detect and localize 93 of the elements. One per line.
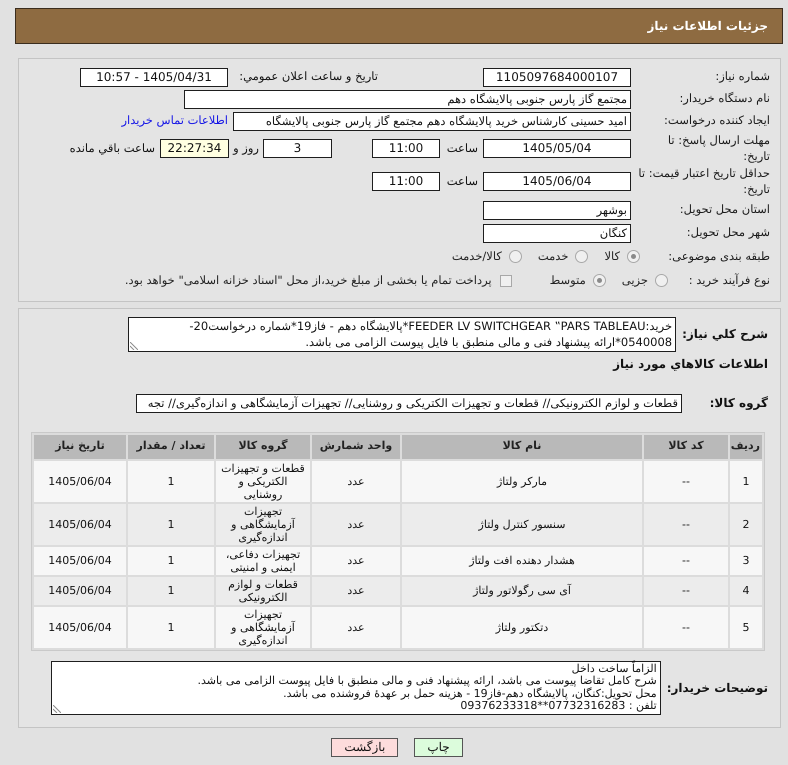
radio-label: جزیی (622, 272, 648, 289)
need-number-field[interactable]: 1105097684000107 (483, 68, 631, 86)
table-cell: 5 (730, 606, 762, 648)
radio-label: خدمت (538, 248, 568, 265)
table-cell: عدد (312, 504, 400, 544)
table-cell: 1 (128, 504, 214, 544)
requester-field[interactable]: امید حسینی کارشناس خرید پالایشگاه دهم مجتمع گاز پارس جنوبی پالایشگاه (233, 112, 631, 130)
table-cell: 1 (730, 460, 762, 502)
print-button[interactable]: چاپ (414, 738, 463, 756)
table-cell: -- (644, 504, 728, 544)
announce-date-field[interactable]: 1405/04/31 - 10:57 (80, 68, 228, 86)
table-cell: تجهیزات دفاعی، ایمنی و امنیتی (216, 546, 310, 574)
table-cell: -- (644, 460, 728, 502)
column-header: کد کالا (644, 434, 728, 458)
field-label: شماره نیاز: (715, 68, 770, 84)
radio-button[interactable] (655, 274, 668, 287)
buyer-organization-field[interactable]: مجتمع گاز پارس جنوبی پالایشگاه دهم (184, 90, 631, 108)
table-cell: عدد (312, 546, 400, 574)
remaining-time-field[interactable]: 22:27:34 (160, 139, 229, 158)
field-label: نام دستگاه خریدار: (679, 90, 770, 106)
table-cell: هشدار دهنده افت ولتاژ (402, 546, 642, 574)
deadline-time-field[interactable]: 11:00 (372, 139, 440, 158)
days-field[interactable]: 3 (263, 139, 332, 158)
validity-date-field[interactable]: 1405/06/04 (483, 172, 631, 192)
table-cell: قطعات و تجهیزات الکتریکی و روشنایی (216, 460, 310, 502)
radio-button[interactable] (592, 274, 606, 287)
back-button[interactable]: بازگشت (331, 738, 398, 756)
field-label: استان محل تحویل: (680, 201, 770, 218)
column-header: ردیف (730, 434, 762, 458)
field-label: نوع فرآیند خرید : (688, 272, 770, 288)
column-header: تاریخ نیاز (34, 434, 126, 458)
field-label: ساعت (446, 140, 479, 157)
radio-label: کالا/خدمت (452, 248, 502, 265)
resize-grip-icon[interactable] (130, 342, 138, 350)
column-header: گروه کالا (216, 434, 310, 458)
column-header: تعداد / مقدار (128, 434, 214, 458)
radio-label: متوسط (550, 272, 586, 289)
checkbox[interactable] (500, 274, 512, 286)
field-label: حداقل تاریخ اعتبار قیمت: تا تاریخ: (637, 165, 770, 198)
resize-grip-icon[interactable] (52, 704, 61, 712)
radio-button[interactable] (575, 250, 588, 263)
table-cell: دتکتور ولتاژ (402, 606, 642, 648)
table-cell: عدد (312, 576, 400, 604)
table-cell: تجهیزات آزمایشگاهی و اندازه‌گیری (216, 504, 310, 544)
table-cell: 1405/06/04 (34, 576, 126, 604)
page-title: جزئیات اطلاعات نیاز (647, 18, 768, 35)
table-cell: عدد (312, 606, 400, 648)
column-header: نام کالا (402, 434, 642, 458)
column-header: واحد شمارش (312, 434, 400, 458)
radio-button[interactable] (508, 250, 522, 263)
field-label: شرح کلي نیاز: (682, 326, 768, 343)
buyer-contact-link[interactable]: اطلاعات تماس خریدار (121, 112, 228, 130)
table-cell: -- (644, 576, 728, 604)
field-label: ساعت (446, 173, 479, 190)
table-cell: 1405/06/04 (34, 504, 126, 544)
table-cell: 1 (128, 576, 214, 604)
field-label: تاریخ و ساعت اعلان عمومي: (238, 68, 378, 86)
table-cell: عدد (312, 460, 400, 502)
field-label: توضیحات خریدار: (666, 680, 768, 696)
field-label: گروه کالا: (708, 395, 768, 412)
buyer-notes-text-area[interactable]: الزاماً ساخت داخل شرح کامل تقاضا پیوست می باشد، ارائه پیشنهاد فنی و مالی منطبق با فایل پیوست الزامی می باشد. محل تحویل:کنگان، پالایشگاه دهم-فاز19 - هزینه حمل بر عهدهٔ فروشنده می باشد. تلفن : 07732316283**09376233318 (50, 660, 661, 714)
product-group-field[interactable]: قطعات و لوازم الکترونیکی// قطعات و تجهیزات الکتریکی و روشنایی// تجهیزات آزمایشگاهی و اندازه‌گیری// تجه (136, 394, 682, 412)
field-label: روز و (232, 140, 260, 157)
table-cell: تجهیزات آزمایشگاهی و اندازه‌گیری (216, 606, 310, 648)
table-cell: قطعات و لوازم الکترونیکی (216, 576, 310, 604)
description-text-area[interactable]: خرید:FEEDER LV SWITCHGEAR ‟PARS TABLEAU*پالایشگاه دهم - فاز19*شماره درخواست20-0540008*ارائه پیشنهاد فنی و مالی منطبق با فایل پیوست الزامی می باشد. (128, 316, 676, 352)
table-cell: 2 (730, 504, 762, 544)
city-field[interactable]: کنگان (483, 224, 631, 242)
table-cell: 4 (730, 576, 762, 604)
field-label: طبقه بندی موضوعی: (668, 248, 770, 264)
table-cell: 1 (128, 546, 214, 574)
table-cell: 1 (128, 606, 214, 648)
province-field[interactable]: بوشهر (483, 200, 631, 220)
table-cell: 1 (128, 460, 214, 502)
table-cell: 1405/06/04 (34, 606, 126, 648)
field-label: ساعت باقي مانده (70, 140, 155, 157)
radio-label: کالا (604, 248, 620, 265)
radio-button[interactable] (627, 250, 640, 263)
validity-time-field[interactable]: 11:00 (372, 172, 440, 192)
table-cell: 1405/06/04 (34, 460, 126, 502)
table-cell: 1405/06/04 (34, 546, 126, 574)
deadline-date-field[interactable]: 1405/05/04 (483, 139, 631, 158)
table-cell: سنسور کنترل ولتاژ (402, 504, 642, 544)
field-label: مهلت ارسال پاسخ: تا تاریخ: (666, 132, 770, 164)
field-label: شهر محل تحویل: (686, 224, 770, 240)
checkbox-label: پرداخت تمام یا بخشی از مبلغ خرید،از محل "اسناد خزانه اسلامی" خواهد بود. (124, 272, 492, 289)
table-cell: -- (644, 606, 728, 648)
table-cell: مارکر ولتاژ (402, 460, 642, 502)
table-cell: آی سی رگولاتور ولتاژ (402, 576, 642, 604)
table-cell: 3 (730, 546, 762, 574)
table-cell: -- (644, 546, 728, 574)
section-title: اطلاعات کالاهاي مورد نیاز (613, 356, 768, 372)
field-label: ایجاد کننده درخواست: (664, 112, 770, 128)
